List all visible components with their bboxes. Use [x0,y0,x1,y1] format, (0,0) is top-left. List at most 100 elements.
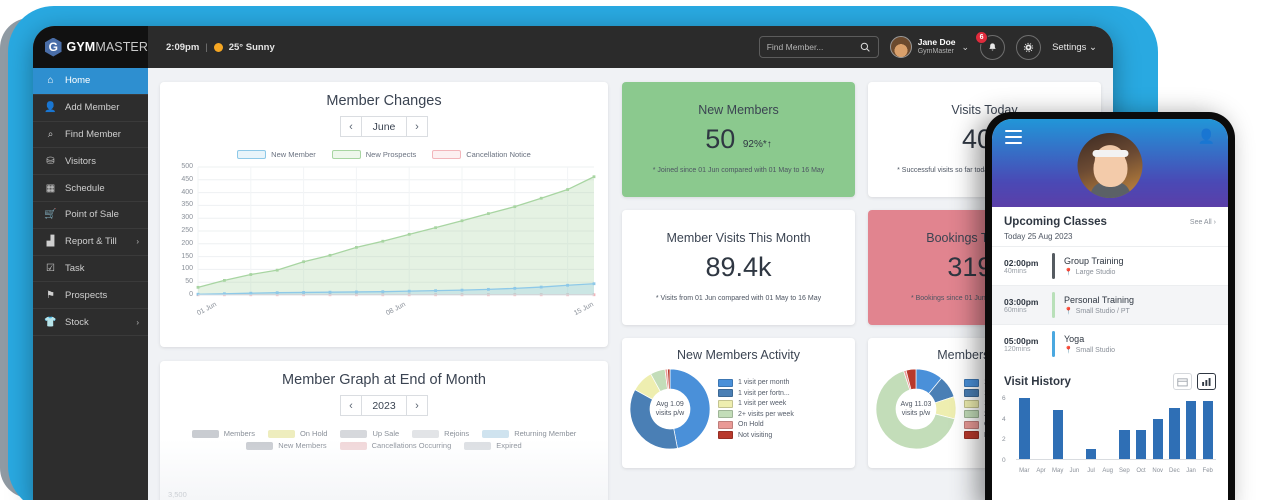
sidebar-item-home[interactable]: ⌂ Home [33,68,148,95]
settings-gear-button[interactable] [1016,35,1041,60]
chevron-down-icon[interactable]: ⌄ [962,42,970,53]
sidebar-item-label: Home [65,75,90,86]
flag-icon: ⚑ [45,290,56,301]
chevron-right-icon: › [136,237,139,246]
legend-item[interactable]: On Hold [268,429,328,438]
bar-cell [1149,398,1166,459]
visit-history-view-toggle [1173,373,1216,390]
legend-item[interactable]: 1 visit per month [718,379,794,387]
prev-month-button[interactable]: ‹ [340,116,362,137]
class-list: 02:00pm40minsGroup Training📍Large Studio… [992,246,1228,363]
today-date-label: Today 25 Aug 2023 [992,232,1228,246]
y-tick-label: 500 [181,163,193,170]
legend-item[interactable]: Expired [464,441,521,450]
legend-item[interactable]: On Hold [718,421,794,429]
member-photo-avatar [1078,133,1143,198]
class-location: 📍Large Studio [1064,268,1124,276]
legend-item[interactable]: 1 visit per week [718,400,794,408]
x-tick-label: Apr [1033,468,1050,474]
next-year-button[interactable]: › [406,395,428,416]
class-duration: 60mins [1004,307,1050,314]
chart-bar-icon: ▟ [45,236,56,247]
hamburger-icon[interactable] [1005,130,1022,147]
class-color-bar [1052,253,1055,279]
legend-item[interactable]: Not visiting [718,431,794,439]
visit-history-bar [1186,401,1196,459]
settings-label[interactable]: Settings ⌄ [1052,42,1097,53]
legend-label: Cancellation Notice [466,150,531,159]
legend-item[interactable]: Members [192,429,255,438]
legend-swatch [964,410,979,418]
legend-label: 1 visit per fortn... [738,390,790,397]
sidebar-item-stock[interactable]: 👕Stock› [33,309,148,336]
sidebar-item-label: Find Member [65,129,121,140]
legend-item[interactable]: New Prospects [332,150,416,159]
x-tick-label: Sep [1116,468,1133,474]
legend-swatch [482,430,509,438]
sidebar-item-add-member[interactable]: 👤Add Member [33,95,148,122]
upcoming-classes-header: Upcoming Classes See All › [992,207,1228,232]
class-time: 02:00pm [1004,258,1050,268]
person-icon[interactable]: 👤 [1198,128,1215,145]
clock-weather: 2:09pm | 25° Sunny [166,42,275,53]
brand-logo[interactable]: G GYMMASTER [33,26,148,68]
search-icon: ⌕ [45,129,56,140]
class-location: 📍Small Studio / PT [1064,307,1134,315]
location-pin-icon: 📍 [1064,307,1073,315]
chevron-down-icon: ⌄ [1089,42,1097,53]
legend-label: New Prospects [366,150,416,159]
class-location-label: Small Studio / PT [1076,308,1130,315]
sidebar-item-report-till[interactable]: ▟Report & Till› [33,229,148,256]
bar-cell [1066,398,1083,459]
notifications-button[interactable]: 6 [980,35,1005,60]
month-pager: ‹ June › [160,116,608,137]
legend-label: Rejoins [444,429,469,438]
legend-item[interactable]: Cancellations Occurring [340,441,452,450]
calendar-icon[interactable] [1173,373,1192,390]
next-month-button[interactable]: › [406,116,428,137]
legend-item[interactable]: Cancellation Notice [432,150,531,159]
visit-history-bar [1053,410,1063,459]
list-item[interactable]: 03:00pm60minsPersonal Training📍Small Stu… [992,285,1228,324]
legend-swatch [332,150,361,159]
legend-label: Cancellations Occurring [372,441,452,450]
list-item[interactable]: 05:00pm120minsYoga📍Small Studio [992,324,1228,363]
legend-item[interactable]: Rejoins [412,429,469,438]
legend-swatch [964,400,979,408]
bar-cell [1166,398,1183,459]
y-tick-label: 6 [1002,395,1006,402]
list-item[interactable]: 02:00pm40minsGroup Training📍Large Studio [992,246,1228,285]
legend-item[interactable]: Up Sale [340,429,399,438]
legend-item[interactable]: 2+ visits per week [718,410,794,418]
legend-swatch [412,430,439,438]
sidebar-item-task[interactable]: ☑Task [33,256,148,283]
sidebar-item-point-of-sale[interactable]: 🛒Point of Sale [33,202,148,229]
prev-year-button[interactable]: ‹ [340,395,362,416]
gymmaster-hex-logo-icon: G [45,38,62,57]
y-tick-label: 0 [1002,457,1006,464]
legend-item[interactable]: New Member [237,150,316,159]
line-chart-legend: New Member New Prospects Cancellation Noti… [160,150,608,159]
search-input[interactable] [767,42,855,52]
sidebar-item-find-member[interactable]: ⌕ Find Member [33,122,148,149]
visit-history-x-labels: MarAprMayJunJulAugSepOctNovDecJanFeb [1016,468,1216,474]
chevron-right-icon: › [136,318,139,327]
donut-card-new-members-activity: New Members Activity Avg 1.09visits p/w … [622,338,855,468]
bar-cell [1183,398,1200,459]
sidebar-item-schedule[interactable]: ▦Schedule [33,175,148,202]
class-location-label: Small Studio [1076,347,1115,354]
home-icon: ⌂ [45,75,56,86]
see-all-link[interactable]: See All › [1190,219,1216,226]
legend-item[interactable]: 1 visit per fortn... [718,389,794,397]
legend-item[interactable]: New Members [246,441,326,450]
bar-chart-icon[interactable] [1197,373,1216,390]
cart-icon: 🛒 [45,209,56,220]
sidebar-item-visitors[interactable]: ⛁Visitors [33,148,148,175]
sidebar-item-prospects[interactable]: ⚑Prospects [33,282,148,309]
legend-item[interactable]: Returning Member [482,429,576,438]
user-menu[interactable]: Jane Doe GymMaster ⌄ [890,36,969,58]
shirt-icon: 👕 [45,317,56,328]
stat-note: * Visits from 01 Jun compared with 01 Ma… [656,294,821,303]
find-member-search-box[interactable] [759,36,879,58]
y-tick-label: 250 [181,227,193,234]
